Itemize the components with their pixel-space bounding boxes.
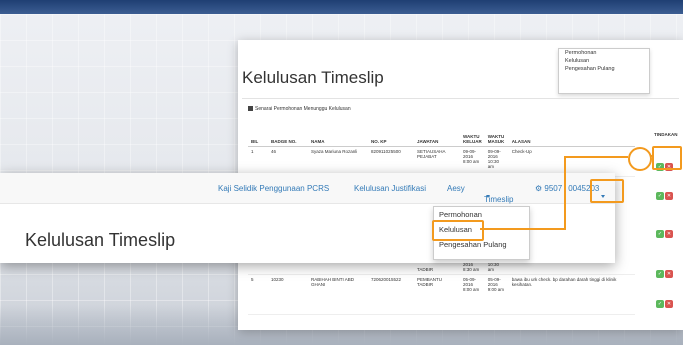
- page-title: Kelulusan Timeslip: [25, 230, 176, 250]
- connector-line: [564, 156, 628, 158]
- row-actions: ✓ ✕: [656, 262, 674, 280]
- col-jawatan: JAWATAN: [414, 132, 460, 147]
- bg-dropdown-item-permohonan[interactable]: Permohonan: [559, 49, 649, 57]
- navbar: Kaji Selidik Penggunaan PCRS Kelulusan J…: [0, 173, 615, 204]
- list-icon: [248, 106, 253, 111]
- col-masuk: WAKTU MASUK: [484, 132, 509, 147]
- bg-dropdown-item-pengesahan[interactable]: Pengesahan Pulang: [559, 65, 649, 73]
- reject-button[interactable]: ✕: [665, 230, 673, 238]
- row-actions: ✓ ✕: [656, 222, 674, 240]
- reject-button[interactable]: ✕: [665, 192, 673, 200]
- approve-button[interactable]: ✓: [656, 270, 664, 278]
- col-tindakan: TINDAKAN: [654, 132, 678, 137]
- approve-button[interactable]: ✓: [656, 300, 664, 308]
- reject-button[interactable]: ✕: [665, 270, 673, 278]
- nav-kaji-selidik[interactable]: Kaji Selidik Penggunaan PCRS: [218, 184, 329, 193]
- bg-panel-heading-text: Senarai Permohonan Menunggu Kelulusan: [255, 106, 351, 112]
- actions-highlight-box: [652, 146, 682, 170]
- highlight-circle: [628, 147, 652, 171]
- cell-keluar: 05-09-2016 8:00 am: [460, 274, 485, 315]
- connector-line: [564, 166, 566, 230]
- bg-page-title: Kelulusan Timeslip: [242, 68, 384, 87]
- col-keluar: WAKTU KELUAR: [460, 132, 485, 147]
- top-banner-band: [0, 0, 683, 14]
- cell-alasan: Check-Up: [508, 146, 635, 177]
- table-row: 5 10230 RABIHAH BINTI ABD GHANI 72062001…: [248, 274, 635, 315]
- cell-jawatan: SETIAUSAHA PEJABAT: [414, 146, 460, 177]
- nav-user-id: 9507: [544, 184, 563, 193]
- cell-kp: 820911025500: [368, 146, 414, 177]
- caret-down-icon: [486, 195, 490, 198]
- col-nama: NAMA: [308, 132, 368, 147]
- col-alasan: ALASAN: [508, 132, 635, 147]
- reject-button[interactable]: ✕: [665, 300, 673, 308]
- cell-jawatan: PEMBANTU TADBIR: [414, 274, 460, 315]
- cell-nama: RABIHAH BINTI ABD GHANI: [308, 274, 368, 315]
- row-actions: ✓ ✕: [656, 292, 674, 310]
- col-kp: NO. KP: [368, 132, 414, 147]
- bg-table-header-row: BIL BADGE NO. NAMA NO. KP JAWATAN WAKTU …: [248, 132, 635, 147]
- cell-masuk: 05-09-2016 9:00 am: [484, 274, 509, 315]
- cell-bil: 5: [248, 274, 268, 315]
- nav-aesy[interactable]: Aesy: [447, 184, 465, 193]
- cell-keluar: 09-09-2016 8:00 am: [460, 146, 485, 177]
- cell-badge: 46: [268, 146, 308, 177]
- approve-button[interactable]: ✓: [656, 230, 664, 238]
- table-row: 1 46 Syaza Mariuna Rozanli 820911025500 …: [248, 146, 635, 177]
- nav-kelulusan-justifikasi[interactable]: Kelulusan Justifikasi: [354, 184, 426, 193]
- bg-timeslip-dropdown: Permohonan Kelulusan Pengesahan Pulang: [558, 48, 650, 94]
- approve-button[interactable]: ✓: [656, 192, 664, 200]
- col-bil: BIL: [248, 132, 268, 147]
- connector-line: [480, 228, 564, 230]
- cell-badge: 10230: [268, 274, 308, 315]
- cell-masuk: 09-09-2016 10:30 am: [484, 146, 509, 177]
- cell-alasan: bawa ibu urk check. bp darahan darah tin…: [508, 274, 635, 315]
- bg-dropdown-item-kelulusan[interactable]: Kelulusan: [559, 57, 649, 65]
- gear-icon: ⚙: [535, 184, 543, 193]
- zoomed-screenshot: Kaji Selidik Penggunaan PCRS Kelulusan J…: [0, 173, 615, 263]
- user-highlight-box: [590, 179, 624, 203]
- row-actions: ✓ ✕: [656, 184, 674, 202]
- connector-line: [564, 156, 566, 168]
- cell-kp: 720620015522: [368, 274, 414, 315]
- cell-bil: 1: [248, 146, 268, 177]
- bg-panel-heading: Senarai Permohonan Menunggu Kelulusan: [248, 102, 683, 116]
- bg-divider: [242, 98, 679, 99]
- col-badge: BADGE NO.: [268, 132, 308, 147]
- kelulusan-highlight-box: [432, 220, 484, 241]
- cell-nama: Syaza Mariuna Rozanli: [308, 146, 368, 177]
